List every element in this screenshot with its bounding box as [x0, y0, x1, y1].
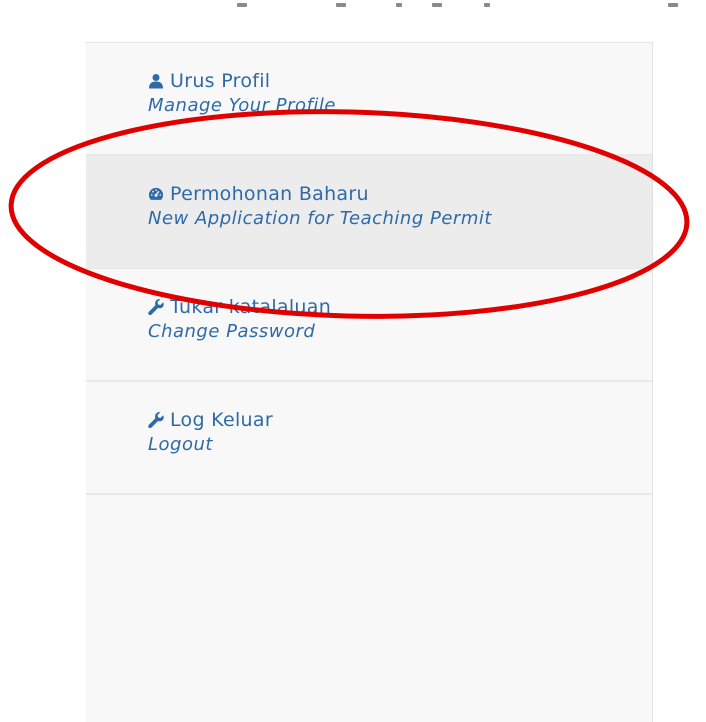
dashboard-icon	[148, 186, 164, 202]
sidebar-item-permohonan-baharu[interactable]: Permohonan Baharu New Application for Te…	[86, 156, 652, 269]
sidebar-item-title: Log Keluar	[170, 409, 273, 431]
screen: Urus Profil Manage Your Profile Permohon…	[0, 0, 706, 722]
wrench-icon	[148, 412, 164, 428]
sidebar-item-subtitle: Change Password	[148, 321, 316, 342]
sidebar-item-subtitle: Logout	[148, 434, 213, 455]
sidebar-item-title: Tukar katalaluan	[170, 296, 332, 318]
user-icon	[148, 73, 164, 89]
sidebar-item-urus-profil[interactable]: Urus Profil Manage Your Profile	[86, 43, 652, 156]
cropped-header-text	[0, 0, 706, 12]
top-bar	[0, 0, 706, 42]
sidebar-menu: Urus Profil Manage Your Profile Permohon…	[86, 42, 653, 722]
sidebar-item-tukar-katalaluan[interactable]: Tukar katalaluan Change Password	[86, 269, 652, 382]
sidebar-item-title: Permohonan Baharu	[170, 183, 369, 205]
sidebar-item-log-keluar[interactable]: Log Keluar Logout	[86, 382, 652, 495]
sidebar-item-title: Urus Profil	[170, 70, 271, 92]
sidebar-item-subtitle: Manage Your Profile	[148, 95, 336, 116]
sidebar-item-subtitle: New Application for Teaching Permit	[148, 208, 492, 229]
wrench-icon	[148, 299, 164, 315]
